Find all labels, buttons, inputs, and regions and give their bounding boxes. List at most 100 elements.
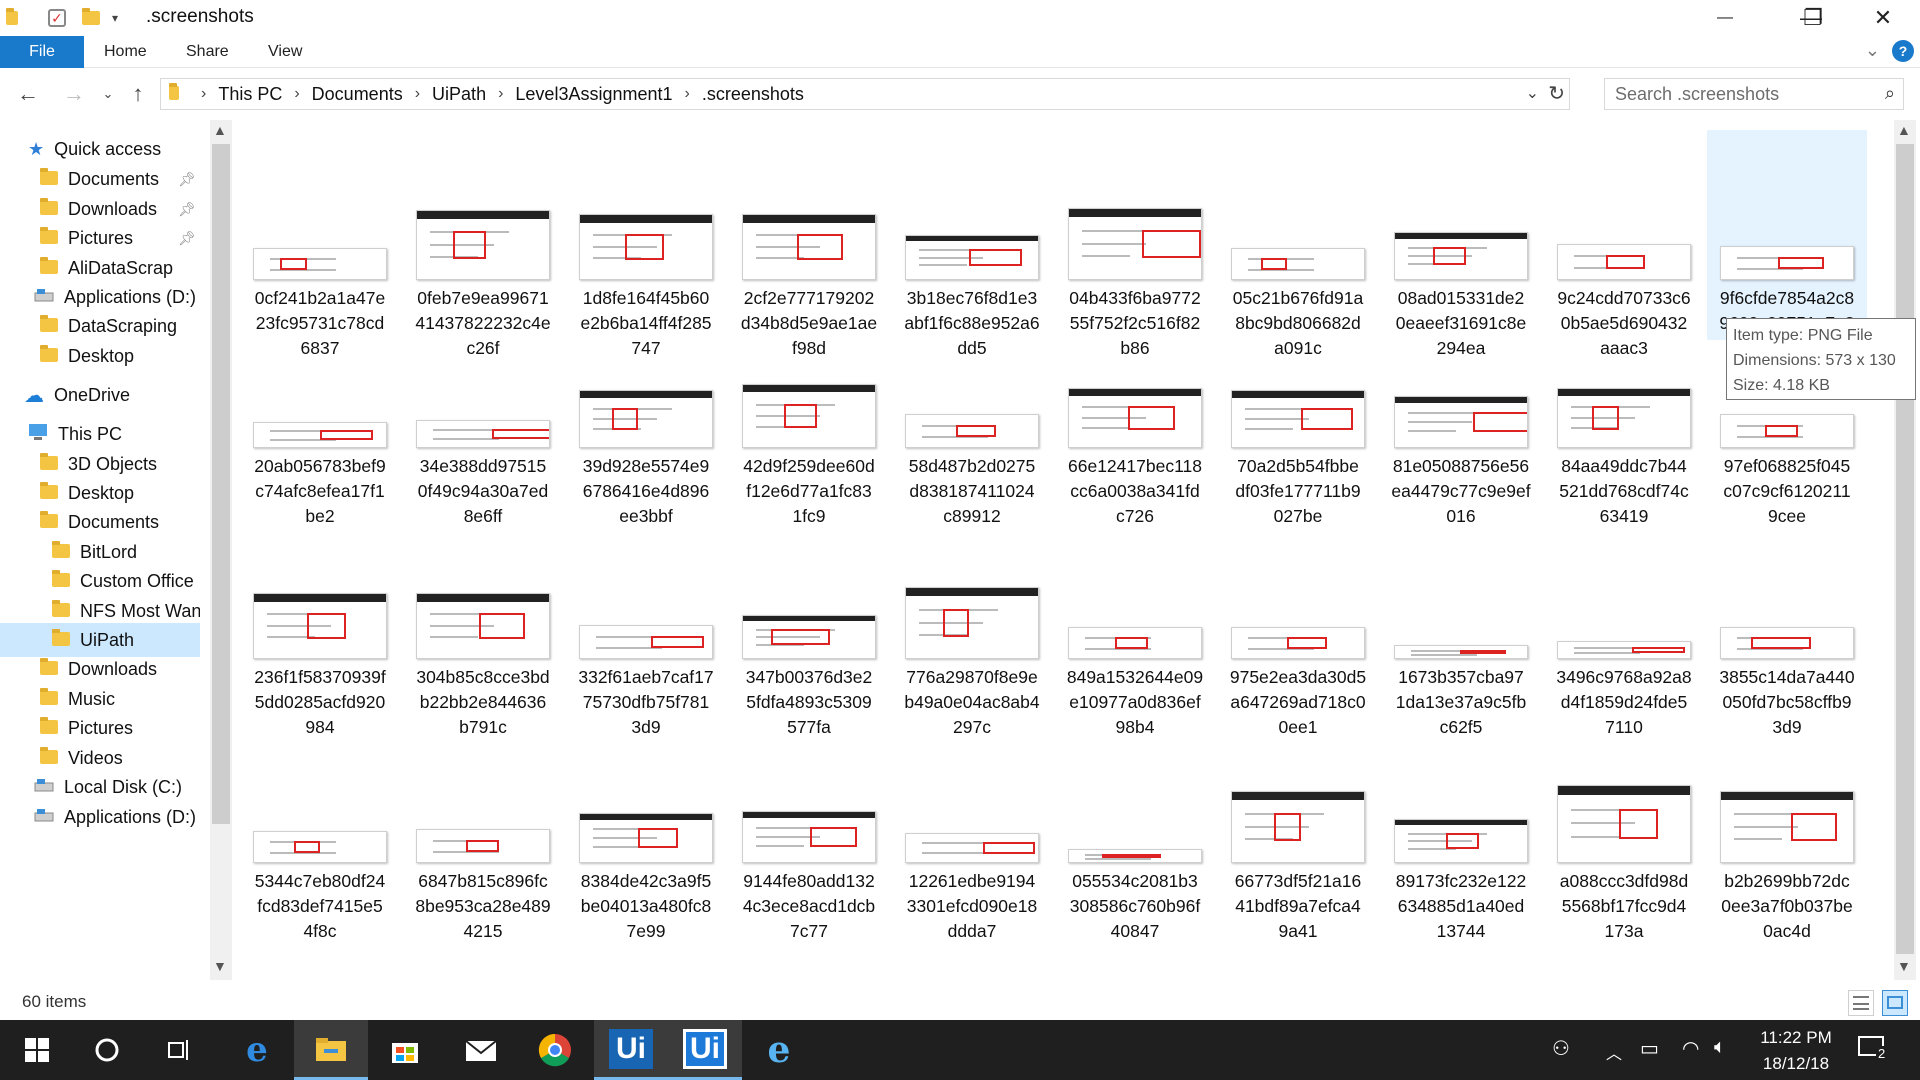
uipath-studio-icon[interactable]: Ui <box>594 1020 668 1080</box>
close-window-button[interactable]: ✕ <box>1848 0 1918 36</box>
scroll-down-icon[interactable]: ▼ <box>213 958 227 974</box>
file-item[interactable]: 332f61aeb7caf17 75730dfb75f781 3d9 <box>566 509 726 737</box>
edge-browser-icon[interactable]: e <box>220 1020 294 1080</box>
address-bar[interactable]: › This PC › Documents › UiPath › Level3A… <box>160 78 1570 110</box>
uipath-robot-icon[interactable]: Ui <box>668 1020 742 1080</box>
people-icon[interactable]: ⚇ <box>1552 1036 1570 1061</box>
nav-item[interactable]: Downloads <box>0 652 200 686</box>
tab-share[interactable]: Share <box>186 36 229 68</box>
mail-icon[interactable] <box>444 1020 518 1080</box>
store-icon[interactable] <box>368 1020 442 1080</box>
internet-explorer-icon[interactable]: e <box>742 1020 816 1080</box>
wifi-icon[interactable]: ◠ <box>1682 1036 1699 1061</box>
nav-item[interactable]: Pictures <box>0 711 200 745</box>
clock-date[interactable]: 18/12/18 <box>1756 1054 1836 1074</box>
file-item[interactable]: 89173fc232e122 634885d1a40ed 13744 <box>1381 713 1541 941</box>
navigation-pane-scrollbar[interactable]: ▲ ▼ <box>210 120 232 980</box>
file-item[interactable]: 84aa49ddc7b44 521dd768cdf74c 63419 <box>1544 298 1704 526</box>
clock-time[interactable]: 11:22 PM <box>1756 1028 1836 1048</box>
nav-item[interactable]: ★ Quick access <box>0 132 200 166</box>
file-item[interactable]: 66773df5f21a16 41bdf89a7efca4 9a41 <box>1218 713 1378 941</box>
file-explorer-icon[interactable] <box>294 1020 368 1080</box>
help-icon[interactable]: ? <box>1892 40 1914 62</box>
file-thumbnail <box>1394 232 1528 280</box>
file-item[interactable]: 58d487b2d0275 d838187411024 c89912 <box>892 298 1052 526</box>
volume-icon[interactable]: 🔈︎ <box>1714 1036 1726 1059</box>
expand-ribbon-icon[interactable]: ⌄ <box>1865 40 1880 61</box>
file-item[interactable]: 236f1f58370939f 5dd0285acfd920 984 <box>240 509 400 737</box>
file-item[interactable]: 849a1532644e09 e10977a0d836ef 98b4 <box>1055 509 1215 737</box>
scroll-up-icon[interactable]: ▲ <box>213 122 227 138</box>
nav-item[interactable]: Pictures 📌︎ <box>0 221 200 255</box>
folder-icon <box>52 599 70 622</box>
nav-item[interactable]: ☁ OneDrive <box>0 378 200 412</box>
large-icons-view-icon[interactable] <box>1882 990 1908 1016</box>
cortana-search-icon[interactable] <box>70 1020 144 1080</box>
nav-item[interactable]: DataScraping <box>0 309 200 343</box>
file-item[interactable]: 39d928e5574e9 6786416e4d896 ee3bbf <box>566 298 726 526</box>
address-history-chevron-icon[interactable]: ⌄ <box>1526 83 1539 103</box>
nav-item[interactable]: Local Disk (C:) <box>0 770 200 804</box>
tab-view[interactable]: View <box>268 36 302 68</box>
breadcrumb-screenshots[interactable]: .screenshots <box>702 84 804 105</box>
customize-quick-access-icon[interactable]: ▾ <box>112 6 118 30</box>
tab-file[interactable]: File <box>0 36 84 68</box>
nav-item[interactable]: Custom Office <box>0 564 200 598</box>
file-item[interactable]: a088ccc3dfd98d 5568bf17fcc9d4 173a <box>1544 713 1704 941</box>
file-item[interactable]: 12261edbe9194 3301efcd090e18 ddda7 <box>892 713 1052 941</box>
forward-arrow-icon[interactable]: → <box>60 80 88 108</box>
scroll-thumb[interactable] <box>1896 144 1914 954</box>
nav-item[interactable]: Documents 📌︎ <box>0 162 200 196</box>
breadcrumb-uipath[interactable]: UiPath <box>432 84 486 105</box>
scroll-up-icon[interactable]: ▲ <box>1897 122 1911 138</box>
recent-locations-chevron-icon[interactable]: ⌄ <box>94 80 122 108</box>
tab-home[interactable]: Home <box>104 36 147 68</box>
file-item[interactable]: 304b85c8cce3bd b22bb2e844636 b791c <box>403 509 563 737</box>
file-item[interactable]: 8384de42c3a9f5 be04013a480fc8 7e99 <box>566 713 726 941</box>
start-windows-icon[interactable] <box>0 1020 74 1080</box>
task-view-icon[interactable] <box>142 1020 216 1080</box>
file-item[interactable]: 347b00376d3e2 5fdfa4893c5309 577fa <box>729 509 889 737</box>
nav-item[interactable]: This PC <box>0 417 200 451</box>
scroll-thumb[interactable] <box>212 144 230 824</box>
details-view-icon[interactable] <box>1848 990 1874 1016</box>
properties-icon[interactable]: ✓ <box>48 6 66 30</box>
file-item[interactable]: 975e2ea3da30d5 a647269ad718c0 0ee1 <box>1218 509 1378 737</box>
file-item[interactable]: 42d9f259dee60d f12e6d77a1fc83 1fc9 <box>729 298 889 526</box>
file-item[interactable]: 9144fe80add132 4c3ece8acd1dcb 7c77 <box>729 713 889 941</box>
breadcrumb-this-pc[interactable]: This PC <box>218 84 282 105</box>
back-arrow-icon[interactable]: ← <box>14 80 42 108</box>
file-item[interactable]: 1673b357cba97 1da13e37a9c5fb c62f5 <box>1381 509 1541 737</box>
refresh-icon[interactable]: ↻ <box>1548 81 1565 106</box>
file-item[interactable]: 776a29870f8e9e b49a0e04ac8ab4 297c <box>892 509 1052 737</box>
scroll-down-icon[interactable]: ▼ <box>1897 958 1911 974</box>
file-item[interactable]: b2b2699bb72dc 0ee3a7f0b037be 0ac4d <box>1707 713 1867 941</box>
maximize-window-button[interactable]: ❐ <box>1778 0 1848 36</box>
file-item[interactable]: 20ab056783bef9 c74afc8efea17f1 be2 <box>240 298 400 526</box>
chrome-icon[interactable] <box>518 1020 592 1080</box>
file-item[interactable]: 81e05088756e56 ea4479c77c9e9ef 016 <box>1381 298 1541 526</box>
minimize-window-button[interactable]: — <box>1690 0 1760 36</box>
breadcrumb-level3assignment1[interactable]: Level3Assignment1 <box>515 84 672 105</box>
file-item[interactable]: 3496c9768a92a8 d4f1859d24fde5 7110 <box>1544 509 1704 737</box>
file-name-line: cc6a0038a341fd <box>1070 481 1200 501</box>
nav-item[interactable]: Desktop <box>0 339 200 373</box>
nav-item[interactable]: Documents <box>0 505 200 539</box>
notification-center-icon[interactable]: 2 <box>1858 1034 1888 1066</box>
up-arrow-icon[interactable]: ↑ <box>124 80 152 108</box>
file-item[interactable]: 5344c7eb80df24 fcd83def7415e5 4f8c <box>240 713 400 941</box>
show-hidden-icons-chevron-icon[interactable]: ︿ <box>1606 1040 1622 1064</box>
breadcrumb-documents[interactable]: Documents <box>312 84 403 105</box>
nav-item[interactable]: Applications (D:) <box>0 800 200 834</box>
file-item[interactable]: 6847b815c896fc 8be953ca28e489 4215 <box>403 713 563 941</box>
file-item[interactable]: 055534c2081b3 308586c760b96f 40847 <box>1055 713 1215 941</box>
file-item[interactable]: 70a2d5b54fbbe df03fe177711b9 027be <box>1218 298 1378 526</box>
file-item[interactable]: 66e12417bec118 cc6a0038a341fd c726 <box>1055 298 1215 526</box>
file-thumbnail <box>1394 396 1528 448</box>
file-item[interactable]: 34e388dd97515 0f49c94a30a7ed 8e6ff <box>403 298 563 526</box>
file-item[interactable]: 3855c14da7a440 050fd7bc58cffb9 3d9 <box>1707 509 1867 737</box>
content-scrollbar[interactable]: ▲ ▼ <box>1894 120 1916 980</box>
battery-icon[interactable]: ▭ <box>1640 1036 1659 1061</box>
search-input[interactable]: Search .screenshots ⌕ <box>1604 78 1904 110</box>
new-folder-icon[interactable] <box>82 6 100 30</box>
